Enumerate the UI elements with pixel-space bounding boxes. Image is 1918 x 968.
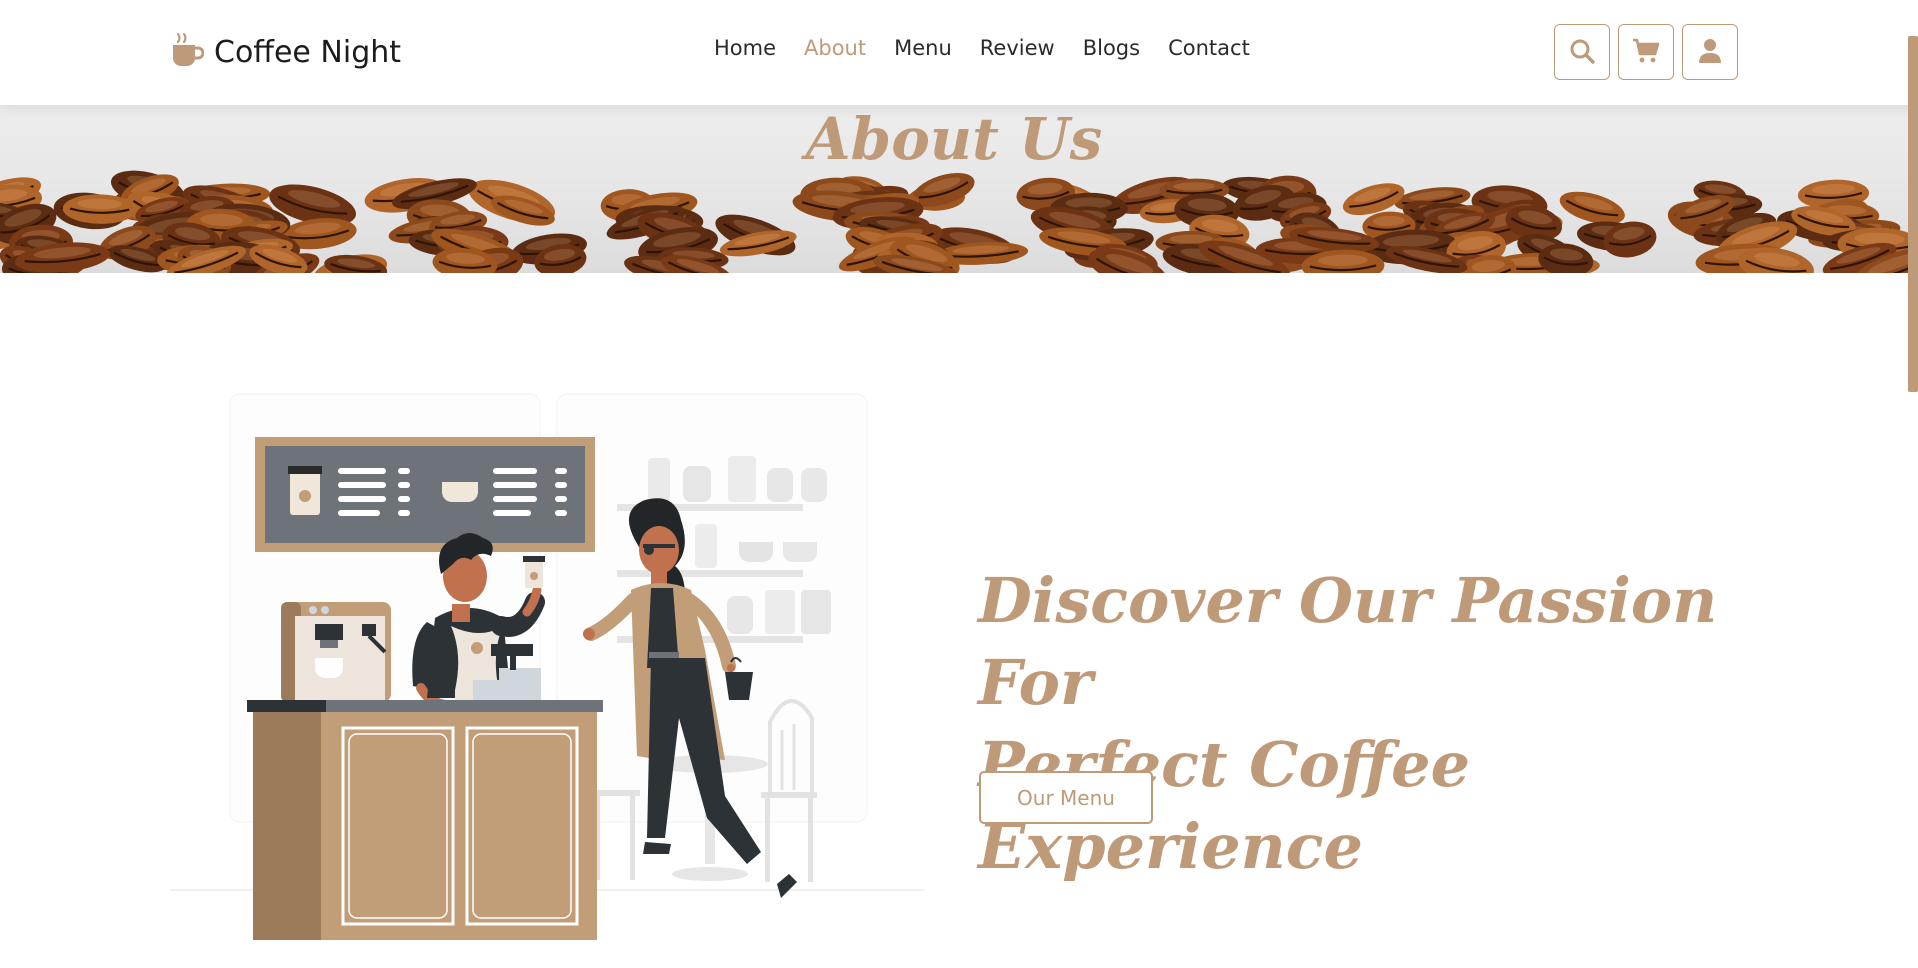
hero-title-line-1: Discover Our Passion For <box>978 564 1718 719</box>
user-icon <box>1698 38 1722 67</box>
user-button[interactable] <box>1682 24 1738 80</box>
brand-logo[interactable]: Coffee Night <box>170 30 401 74</box>
nav-item-blogs[interactable]: Blogs <box>1083 36 1140 60</box>
cart-button[interactable] <box>1618 24 1674 80</box>
page-scrollbar[interactable] <box>1908 0 1918 968</box>
nav-item-menu[interactable]: Menu <box>894 36 952 60</box>
search-icon <box>1569 38 1595 67</box>
cart-icon <box>1632 38 1660 67</box>
site-header: Coffee Night Home About Menu Review Blog… <box>0 0 1918 105</box>
coffee-cup-icon <box>170 31 205 73</box>
banner-title: About Us <box>805 105 1103 173</box>
scrollbar-thumb[interactable] <box>1908 36 1918 392</box>
our-menu-button[interactable]: Our Menu <box>979 771 1153 824</box>
hero-title: Discover Our Passion For Perfect Coffee … <box>978 560 1778 888</box>
nav-item-review[interactable]: Review <box>980 36 1055 60</box>
nav-item-contact[interactable]: Contact <box>1168 36 1250 60</box>
barista-illustration <box>165 390 925 954</box>
nav-item-home[interactable]: Home <box>714 36 776 60</box>
about-banner: About Us <box>0 105 1908 273</box>
main-nav: Home About Menu Review Blogs Contact <box>714 36 1250 60</box>
brand-name: Coffee Night <box>214 34 402 70</box>
nav-item-about[interactable]: About <box>804 36 866 60</box>
search-button[interactable] <box>1554 24 1610 80</box>
header-actions <box>1554 24 1738 80</box>
